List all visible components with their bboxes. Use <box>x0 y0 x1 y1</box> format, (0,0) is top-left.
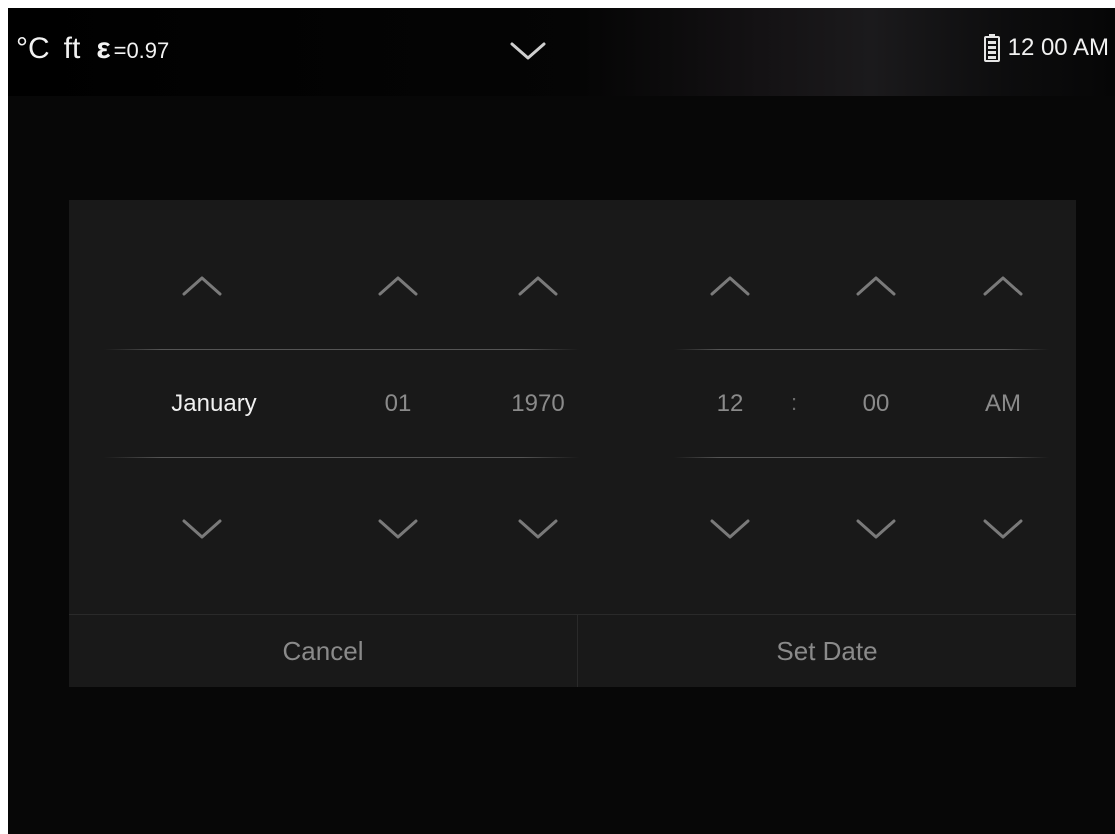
time-wheel-top-divider <box>674 349 1049 350</box>
minute-down-icon[interactable] <box>849 512 903 546</box>
minute-value[interactable]: 00 <box>846 390 906 418</box>
set-date-button[interactable]: Set Date <box>578 615 1076 687</box>
distance-unit[interactable]: ft <box>64 32 81 66</box>
chevron-down-icon[interactable] <box>508 36 548 66</box>
status-bar: °C ft ε =0.97 12 00 AM <box>8 8 1115 96</box>
year-down-icon[interactable] <box>511 512 565 546</box>
temperature-unit[interactable]: °C <box>16 32 50 66</box>
hour-up-icon[interactable] <box>703 268 757 302</box>
hour-value[interactable]: 12 <box>700 390 760 418</box>
year-up-icon[interactable] <box>511 268 565 302</box>
status-indicators: °C ft ε =0.97 <box>16 32 169 66</box>
emissivity-symbol[interactable]: ε <box>96 32 110 66</box>
battery-icon <box>983 34 1000 62</box>
time-wheel-bottom-divider <box>674 457 1049 458</box>
day-value[interactable]: 01 <box>358 390 438 418</box>
date-wheel-bottom-divider <box>104 457 579 458</box>
minute-up-icon[interactable] <box>849 268 903 302</box>
period-up-icon[interactable] <box>976 268 1030 302</box>
device-screen: °C ft ε =0.97 12 00 AM January 01 1970 1… <box>8 8 1115 834</box>
day-down-icon[interactable] <box>371 512 425 546</box>
clock: 12 00 AM <box>1007 34 1109 61</box>
month-value[interactable]: January <box>124 390 304 418</box>
hour-down-icon[interactable] <box>703 512 757 546</box>
emissivity-value[interactable]: =0.97 <box>114 38 170 64</box>
date-time-dialog: January 01 1970 12 : 00 AM Cancel Set Da… <box>69 200 1076 687</box>
time-separator: : <box>791 390 798 415</box>
month-up-icon[interactable] <box>175 268 229 302</box>
status-right: 12 00 AM <box>983 34 1109 62</box>
month-down-icon[interactable] <box>175 512 229 546</box>
date-wheel-top-divider <box>104 349 579 350</box>
cancel-button[interactable]: Cancel <box>69 615 577 687</box>
year-value[interactable]: 1970 <box>493 390 583 418</box>
period-down-icon[interactable] <box>976 512 1030 546</box>
period-value[interactable]: AM <box>973 390 1033 418</box>
day-up-icon[interactable] <box>371 268 425 302</box>
